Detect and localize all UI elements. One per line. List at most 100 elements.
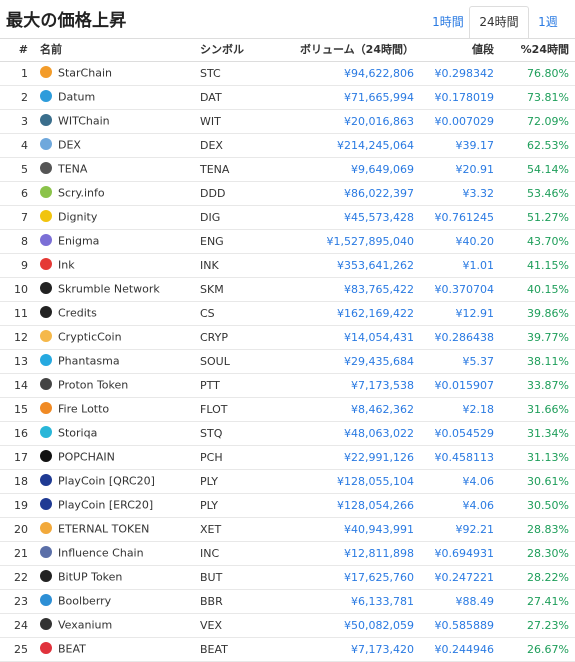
price-cell[interactable]: ¥3.32 — [420, 181, 500, 206]
price-cell[interactable]: ¥5.37 — [420, 349, 500, 374]
price-cell[interactable]: ¥4.06 — [420, 493, 500, 518]
coin-name-link[interactable]: Fire Lotto — [58, 403, 109, 416]
coin-name-link[interactable]: Dignity — [58, 211, 97, 224]
table-row[interactable]: 17 POPCHAIN PCH ¥22,991,126 ¥0.458113 31.13% — [0, 445, 575, 470]
volume-cell[interactable]: ¥214,245,064 — [274, 133, 420, 158]
coin-name-link[interactable]: BitUP Token — [58, 571, 122, 584]
table-row[interactable]: 6 Scry.info DDD ¥86,022,397 ¥3.32 53.46% — [0, 181, 575, 206]
name-cell[interactable]: Vexanium — [34, 613, 194, 638]
price-cell[interactable]: ¥1.01 — [420, 253, 500, 278]
coin-name-link[interactable]: Storiqa — [58, 427, 97, 440]
table-row[interactable]: 21 Influence Chain INC ¥12,811,898 ¥0.694931… — [0, 541, 575, 566]
coin-name-link[interactable]: DEX — [58, 139, 81, 152]
tab-1h[interactable]: 1時間 — [427, 6, 469, 39]
coin-name-link[interactable]: PlayCoin [ERC20] — [58, 499, 153, 512]
table-row[interactable]: 22 BitUP Token BUT ¥17,625,760 ¥0.247221 28.2… — [0, 565, 575, 590]
price-cell[interactable]: ¥0.585889 — [420, 613, 500, 638]
coin-name-link[interactable]: Datum — [58, 91, 95, 104]
price-cell[interactable]: ¥0.247221 — [420, 565, 500, 590]
table-row[interactable]: 8 Enigma ENG ¥1,527,895,040 ¥40.20 43.70% — [0, 229, 575, 254]
name-cell[interactable]: BEAT — [34, 637, 194, 662]
volume-cell[interactable]: ¥83,765,422 — [274, 277, 420, 302]
volume-cell[interactable]: ¥8,462,362 — [274, 397, 420, 422]
col-volume-header[interactable]: ボリューム（24時間） — [274, 38, 420, 62]
tab-24h[interactable]: 24時間 — [469, 6, 529, 39]
coin-name-link[interactable]: Vexanium — [58, 619, 112, 632]
price-cell[interactable]: ¥12.91 — [420, 301, 500, 326]
table-row[interactable]: 4 DEX DEX ¥214,245,064 ¥39.17 62.53% — [0, 133, 575, 158]
table-row[interactable]: 15 Fire Lotto FLOT ¥8,462,362 ¥2.18 31.66% — [0, 397, 575, 422]
table-row[interactable]: 23 Boolberry BBR ¥6,133,781 ¥88.49 27.41% — [0, 589, 575, 614]
table-row[interactable]: 2 Datum DAT ¥71,665,994 ¥0.178019 73.81% — [0, 85, 575, 110]
price-cell[interactable]: ¥0.694931 — [420, 541, 500, 566]
price-cell[interactable]: ¥4.06 — [420, 469, 500, 494]
table-row[interactable]: 1 StarChain STC ¥94,622,806 ¥0.298342 76.80% — [0, 61, 575, 86]
col-name-header[interactable]: 名前 — [34, 38, 194, 62]
volume-cell[interactable]: ¥29,435,684 — [274, 349, 420, 374]
table-row[interactable]: 3 WITChain WIT ¥20,016,863 ¥0.007029 72.09% — [0, 109, 575, 134]
col-rank-header[interactable]: # — [0, 38, 34, 62]
coin-name-link[interactable]: POPCHAIN — [58, 451, 115, 464]
coin-name-link[interactable]: TENA — [58, 163, 87, 176]
table-row[interactable]: 12 CrypticCoin CRYP ¥14,054,431 ¥0.286438 39.… — [0, 325, 575, 350]
name-cell[interactable]: Skrumble Network — [34, 277, 194, 302]
table-row[interactable]: 25 BEAT BEAT ¥7,173,420 ¥0.244946 26.67% — [0, 637, 575, 662]
name-cell[interactable]: PlayCoin [ERC20] — [34, 493, 194, 518]
name-cell[interactable]: Fire Lotto — [34, 397, 194, 422]
volume-cell[interactable]: ¥7,173,538 — [274, 373, 420, 398]
price-cell[interactable]: ¥88.49 — [420, 589, 500, 614]
name-cell[interactable]: Scry.info — [34, 181, 194, 206]
name-cell[interactable]: CrypticCoin — [34, 325, 194, 350]
volume-cell[interactable]: ¥20,016,863 — [274, 109, 420, 134]
tab-1w[interactable]: 1週 — [529, 6, 567, 39]
price-cell[interactable]: ¥0.244946 — [420, 637, 500, 662]
name-cell[interactable]: PlayCoin [QRC20] — [34, 469, 194, 494]
name-cell[interactable]: StarChain — [34, 61, 194, 86]
price-cell[interactable]: ¥0.370704 — [420, 277, 500, 302]
name-cell[interactable]: Ink — [34, 253, 194, 278]
name-cell[interactable]: Influence Chain — [34, 541, 194, 566]
name-cell[interactable]: ETERNAL TOKEN — [34, 517, 194, 542]
price-cell[interactable]: ¥2.18 — [420, 397, 500, 422]
volume-cell[interactable]: ¥94,622,806 — [274, 61, 420, 86]
volume-cell[interactable]: ¥9,649,069 — [274, 157, 420, 182]
price-cell[interactable]: ¥0.286438 — [420, 325, 500, 350]
table-row[interactable]: 11 Credits CS ¥162,169,422 ¥12.91 39.86% — [0, 301, 575, 326]
volume-cell[interactable]: ¥1,527,895,040 — [274, 229, 420, 254]
price-cell[interactable]: ¥0.761245 — [420, 205, 500, 230]
price-cell[interactable]: ¥40.20 — [420, 229, 500, 254]
volume-cell[interactable]: ¥6,133,781 — [274, 589, 420, 614]
table-row[interactable]: 20 ETERNAL TOKEN XET ¥40,943,991 ¥92.21 28.83… — [0, 517, 575, 542]
name-cell[interactable]: Credits — [34, 301, 194, 326]
name-cell[interactable]: Storiqa — [34, 421, 194, 446]
table-row[interactable]: 16 Storiqa STQ ¥48,063,022 ¥0.054529 31.34% — [0, 421, 575, 446]
name-cell[interactable]: Dignity — [34, 205, 194, 230]
volume-cell[interactable]: ¥7,173,420 — [274, 637, 420, 662]
price-cell[interactable]: ¥0.015907 — [420, 373, 500, 398]
price-cell[interactable]: ¥0.458113 — [420, 445, 500, 470]
price-cell[interactable]: ¥0.298342 — [420, 61, 500, 86]
volume-cell[interactable]: ¥128,055,104 — [274, 469, 420, 494]
coin-name-link[interactable]: ETERNAL TOKEN — [58, 523, 149, 536]
volume-cell[interactable]: ¥50,082,059 — [274, 613, 420, 638]
coin-name-link[interactable]: Influence Chain — [58, 547, 144, 560]
coin-name-link[interactable]: Skrumble Network — [58, 283, 160, 296]
col-price-header[interactable]: 値段 — [420, 38, 500, 62]
coin-name-link[interactable]: BEAT — [58, 643, 86, 656]
price-cell[interactable]: ¥92.21 — [420, 517, 500, 542]
volume-cell[interactable]: ¥45,573,428 — [274, 205, 420, 230]
coin-name-link[interactable]: Phantasma — [58, 355, 120, 368]
price-cell[interactable]: ¥39.17 — [420, 133, 500, 158]
coin-name-link[interactable]: Scry.info — [58, 187, 105, 200]
name-cell[interactable]: Boolberry — [34, 589, 194, 614]
volume-cell[interactable]: ¥17,625,760 — [274, 565, 420, 590]
name-cell[interactable]: TENA — [34, 157, 194, 182]
volume-cell[interactable]: ¥353,641,262 — [274, 253, 420, 278]
table-row[interactable]: 14 Proton Token PTT ¥7,173,538 ¥0.015907 33.8… — [0, 373, 575, 398]
volume-cell[interactable]: ¥14,054,431 — [274, 325, 420, 350]
coin-name-link[interactable]: Ink — [58, 259, 75, 272]
col-symbol-header[interactable]: シンボル — [194, 38, 274, 62]
coin-name-link[interactable]: Boolberry — [58, 595, 111, 608]
name-cell[interactable]: WITChain — [34, 109, 194, 134]
col-change-header[interactable]: %24時間 — [500, 38, 575, 62]
